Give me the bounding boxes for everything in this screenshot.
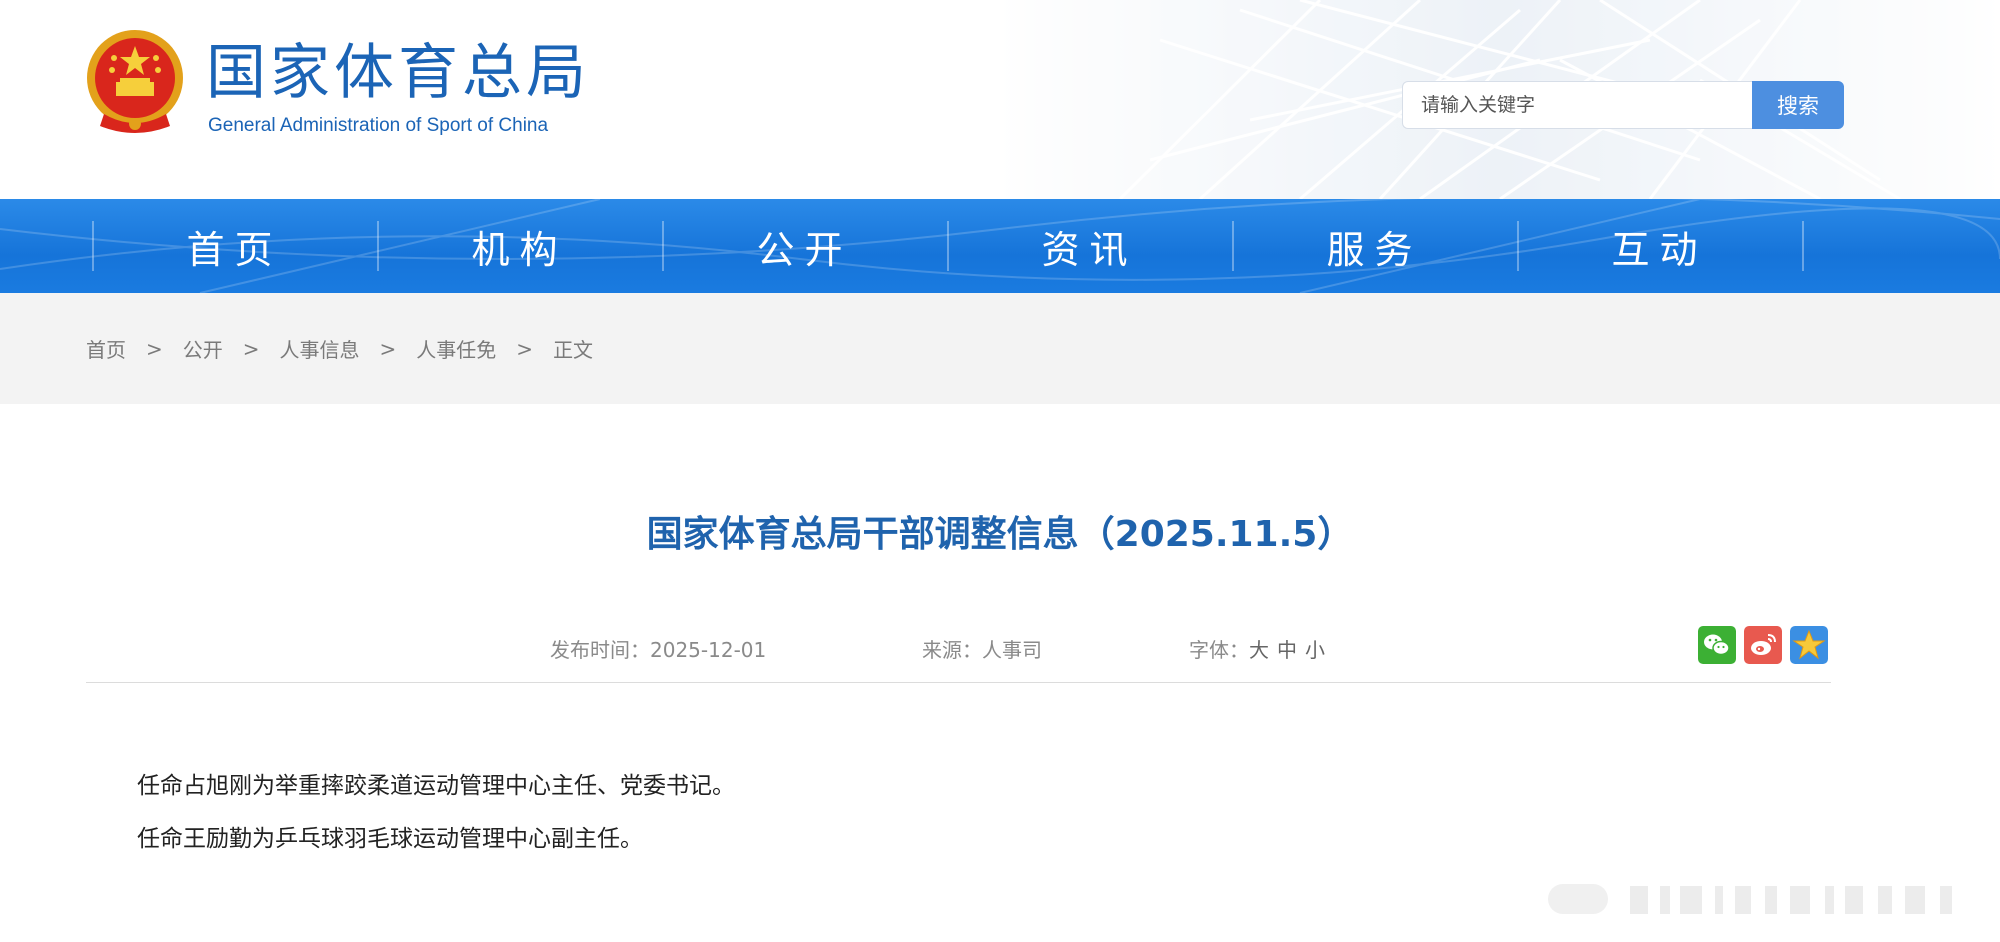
site-title-english: General Administration of Sport of China	[208, 115, 549, 136]
font-size-meta: 字体：大中小	[1189, 634, 1325, 663]
publish-date-meta: 发布时间：2025-12-01	[550, 634, 766, 663]
nav-item-services[interactable]: 服务	[1232, 199, 1517, 293]
source-label: 来源：	[922, 638, 982, 662]
breadcrumb-separator: >	[146, 336, 163, 361]
font-size-medium[interactable]: 中	[1277, 638, 1297, 662]
wechat-icon[interactable]	[1698, 626, 1736, 664]
breadcrumb-appointments[interactable]: 人事任免	[416, 334, 496, 363]
breadcrumb-separator: >	[242, 336, 260, 361]
breadcrumb-current: 正文	[553, 338, 594, 362]
breadcrumb-home[interactable]: 首页	[86, 334, 126, 363]
publish-label: 发布时间：	[550, 638, 650, 662]
weibo-icon[interactable]	[1744, 626, 1782, 664]
nav-item-organization[interactable]: 机构	[377, 199, 662, 293]
source-meta: 来源：人事司	[922, 634, 1042, 663]
publish-date: 2025-12-01	[650, 638, 767, 662]
nav-item-home[interactable]: 首页	[92, 199, 377, 293]
search-button[interactable]: 搜索	[1752, 81, 1844, 129]
main-nav: 首页 机构 公开 资讯 服务 互动	[0, 199, 2000, 293]
search-input[interactable]	[1402, 81, 1754, 129]
breadcrumb-public[interactable]: 公开	[183, 334, 223, 363]
nav-item-public[interactable]: 公开	[662, 199, 947, 293]
breadcrumb-bar: 首页 > 公开 > 人事信息 > 人事任免 > 正文	[0, 293, 2000, 404]
favorite-star-icon[interactable]	[1790, 626, 1828, 664]
site-title-chinese: 国家体育总局	[206, 38, 590, 108]
font-size-large[interactable]: 大	[1249, 638, 1269, 662]
breadcrumb-separator: >	[379, 336, 397, 361]
article-paragraph: 任命王励勤为乒乓球羽毛球运动管理中心副主任。	[137, 826, 643, 852]
source-value: 人事司	[982, 638, 1042, 662]
nav-separator	[1802, 221, 1804, 271]
nav-item-news[interactable]: 资讯	[947, 199, 1232, 293]
article-title: 国家体育总局干部调整信息（2025.11.5）	[646, 514, 1354, 555]
breadcrumb-personnel-info[interactable]: 人事信息	[280, 334, 360, 363]
watermark-graphic	[1548, 884, 1952, 914]
breadcrumb-separator: >	[516, 336, 534, 361]
national-emblem-logo	[87, 30, 183, 133]
nav-item-interaction[interactable]: 互动	[1517, 199, 1802, 293]
font-size-small[interactable]: 小	[1305, 638, 1325, 662]
breadcrumb: 首页 > 公开 > 人事信息 > 人事任免 > 正文	[86, 293, 593, 404]
meta-divider	[86, 682, 1831, 683]
article-paragraph: 任命占旭刚为举重摔跤柔道运动管理中心主任、党委书记。	[137, 773, 735, 799]
site-header: 国家体育总局 General Administration of Sport o…	[0, 0, 2000, 199]
font-size-label: 字体：	[1189, 638, 1249, 662]
